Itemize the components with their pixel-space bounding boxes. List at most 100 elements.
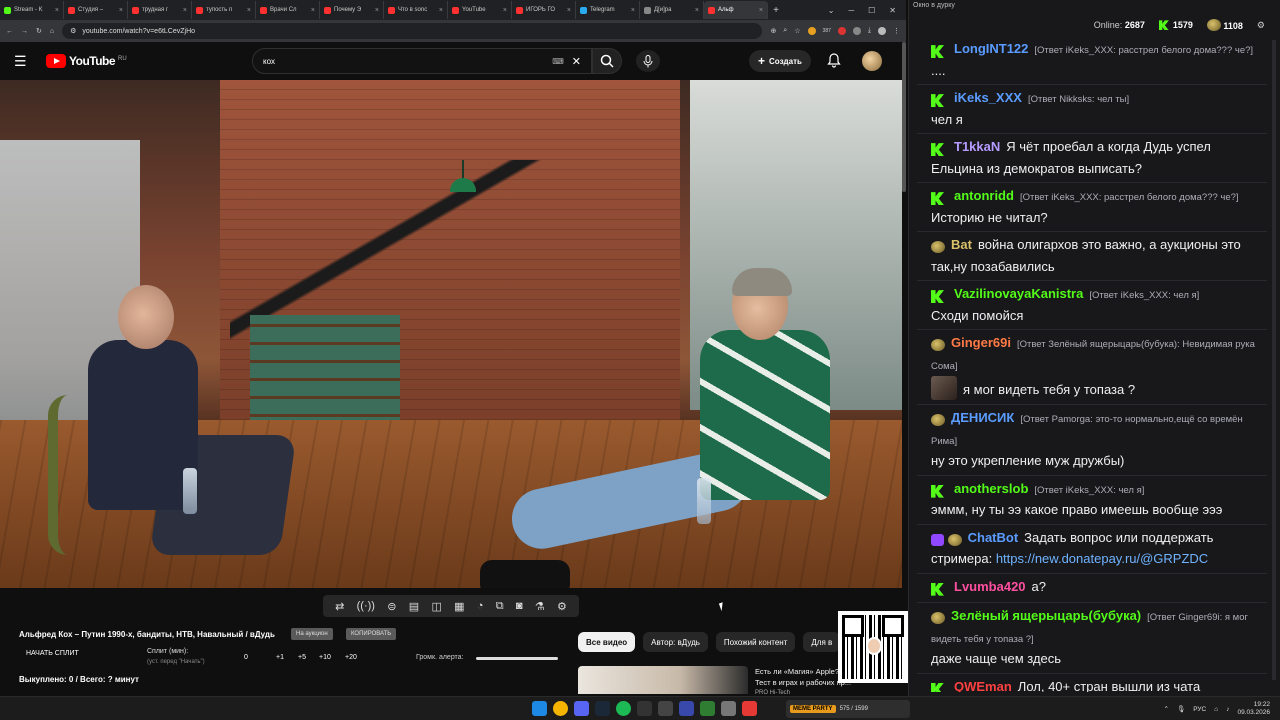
- browser-tab[interactable]: Альф ×: [704, 1, 768, 19]
- tab-close-icon[interactable]: ×: [631, 7, 635, 14]
- video-player[interactable]: [0, 80, 902, 588]
- frame-icon[interactable]: ◫: [431, 600, 441, 613]
- tab-close-icon[interactable]: ×: [311, 7, 315, 14]
- chrome-icon[interactable]: [553, 701, 568, 716]
- discord-icon[interactable]: [574, 701, 589, 716]
- alert-volume-slider[interactable]: [476, 657, 558, 660]
- puzzle-icon[interactable]: [852, 27, 861, 35]
- app-icon[interactable]: [658, 701, 673, 716]
- chip-author[interactable]: Автор: вДудь: [643, 632, 708, 652]
- new-tab-button[interactable]: +: [768, 5, 784, 16]
- tab-close-icon[interactable]: ×: [759, 7, 763, 14]
- browser-tab[interactable]: Stream - K ×: [0, 1, 64, 19]
- page-scrollbar[interactable]: [902, 42, 906, 192]
- create-button[interactable]: + Создать: [749, 50, 811, 72]
- language-indicator[interactable]: РУС: [1193, 706, 1206, 713]
- browser-tab[interactable]: Студия – ×: [64, 1, 128, 19]
- chip-related[interactable]: Похожий контент: [715, 632, 796, 652]
- split-value-button[interactable]: +10: [319, 654, 331, 661]
- split-value-button[interactable]: +5: [298, 654, 306, 661]
- app-icon[interactable]: [721, 701, 736, 716]
- browser-tab[interactable]: ИГОРЬ ГО ×: [512, 1, 576, 19]
- browser-tab[interactable]: тупость п ×: [192, 1, 256, 19]
- browser-tab[interactable]: Врачи Сл ×: [256, 1, 320, 19]
- browser-tab[interactable]: Telegram ×: [576, 1, 640, 19]
- microphone-icon[interactable]: 🎙: [1177, 705, 1185, 713]
- chip-for-you[interactable]: Для в: [803, 632, 841, 652]
- chevron-down-icon[interactable]: ⌄: [828, 6, 835, 15]
- site-info-icon[interactable]: ⚙: [70, 27, 76, 35]
- volume-icon[interactable]: ♪: [1226, 706, 1229, 713]
- chat-username[interactable]: ДЕНИСИК: [951, 410, 1014, 425]
- start-split-button[interactable]: НАЧАТЬ СПЛИТ: [26, 650, 79, 657]
- chat-username[interactable]: VazilinovayaKanistra: [954, 286, 1083, 301]
- notifications-bell-icon[interactable]: [827, 53, 841, 68]
- gear-icon[interactable]: ⚙: [557, 600, 567, 613]
- split-value-button[interactable]: +20: [345, 654, 357, 661]
- tab-close-icon[interactable]: ×: [503, 7, 507, 14]
- search-input[interactable]: кох ⌨ ✕: [252, 48, 592, 74]
- speed-icon[interactable]: ⊜: [387, 600, 396, 613]
- browser-tab[interactable]: Почему Э ×: [320, 1, 384, 19]
- tab-close-icon[interactable]: ×: [119, 7, 123, 14]
- flask-icon[interactable]: ⚗: [535, 600, 545, 613]
- chat-link[interactable]: https://new.donatepay.ru/@GRPZDC: [996, 551, 1208, 566]
- split-value-button[interactable]: +1: [276, 654, 284, 661]
- spotify-icon[interactable]: [616, 701, 631, 716]
- chat-username[interactable]: LongINT122: [954, 41, 1028, 56]
- settings-icon[interactable]: ⚙: [1257, 20, 1265, 31]
- profile-icon[interactable]: [878, 27, 886, 35]
- chat-username[interactable]: anotherslob: [954, 481, 1028, 496]
- chat-username[interactable]: antonridd: [954, 188, 1014, 203]
- split-value-button[interactable]: 0: [244, 654, 248, 661]
- steam-icon[interactable]: [595, 701, 610, 716]
- gauge-icon[interactable]: ◔: [477, 600, 484, 612]
- youtube-logo[interactable]: YouTube RU: [46, 54, 127, 68]
- search-button[interactable]: [592, 48, 622, 74]
- url-field[interactable]: ⚙ youtube.com/watch?v=e6tLCevZjHo: [62, 23, 763, 39]
- audio-mono-icon[interactable]: ((·)): [357, 600, 375, 612]
- translate-icon[interactable]: ⊕: [770, 27, 776, 35]
- loop-icon[interactable]: ⇄: [335, 600, 344, 613]
- tab-close-icon[interactable]: ×: [375, 7, 379, 14]
- browser-tab[interactable]: Д[и]ра ×: [640, 1, 704, 19]
- picture-in-picture-icon[interactable]: ⧉: [496, 600, 504, 613]
- tab-close-icon[interactable]: ×: [55, 7, 59, 14]
- minimize-icon[interactable]: ─: [848, 6, 854, 15]
- chip-all-videos[interactable]: Все видео: [578, 632, 636, 652]
- browser-tab[interactable]: YouTube ×: [448, 1, 512, 19]
- menu-dots-icon[interactable]: ⋮: [893, 27, 900, 35]
- browser-tab[interactable]: Что в sonс ×: [384, 1, 448, 19]
- tab-close-icon[interactable]: ×: [247, 7, 251, 14]
- chat-username[interactable]: QWEman: [954, 679, 1012, 693]
- search-page-icon[interactable]: ⌕: [783, 27, 787, 35]
- extension-icon[interactable]: [837, 27, 846, 35]
- tab-close-icon[interactable]: ×: [567, 7, 571, 14]
- chat-scrollbar[interactable]: [1272, 40, 1276, 680]
- account-avatar[interactable]: [862, 51, 882, 71]
- home-icon[interactable]: ⌂: [50, 28, 54, 35]
- chat-username[interactable]: Lvumba420: [954, 579, 1026, 594]
- bookmark-star-icon[interactable]: ☆: [794, 27, 800, 35]
- chat-username[interactable]: Зелёный ящерыцарь(бубука): [951, 608, 1141, 623]
- close-icon[interactable]: ✕: [889, 6, 896, 15]
- back-icon[interactable]: ←: [6, 28, 13, 35]
- download-icon[interactable]: ⤓: [868, 27, 871, 35]
- maximize-icon[interactable]: ☐: [868, 6, 875, 15]
- copy-button[interactable]: КОПИРОВАТЬ: [346, 628, 397, 640]
- app-icon[interactable]: [700, 701, 715, 716]
- clapper-icon[interactable]: ▤: [409, 600, 419, 613]
- browser-tab[interactable]: трудная г ×: [128, 1, 192, 19]
- reload-icon[interactable]: ↻: [36, 27, 42, 35]
- chat-username[interactable]: iKeks_XXX: [954, 90, 1022, 105]
- chat-username[interactable]: T1kkaN: [954, 139, 1000, 154]
- chat-username[interactable]: ChatBot: [968, 530, 1019, 545]
- auction-button[interactable]: На аукцион: [291, 628, 333, 640]
- windows-start-icon[interactable]: [532, 701, 547, 716]
- voice-search-button[interactable]: [636, 50, 660, 72]
- chat-username[interactable]: Ginger69i: [951, 335, 1011, 350]
- subtitles-icon[interactable]: ▦: [454, 600, 464, 613]
- clock[interactable]: 19:22 09.03.2026: [1237, 701, 1270, 717]
- tab-close-icon[interactable]: ×: [183, 7, 187, 14]
- chat-username[interactable]: Bat: [951, 237, 972, 252]
